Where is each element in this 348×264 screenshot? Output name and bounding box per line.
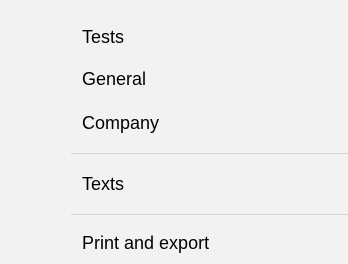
- menu-item-label: Texts: [82, 174, 125, 194]
- menu-item-tests[interactable]: Tests: [0, 17, 348, 57]
- menu-item-label: Tests: [82, 27, 125, 47]
- menu-item-print-and-export[interactable]: Print and export: [0, 223, 348, 263]
- menu-item-label: General: [82, 69, 147, 89]
- context-menu: Tests General Company Texts Print and ex…: [0, 0, 348, 264]
- menu-item-label: Print and export: [82, 233, 210, 253]
- menu-item-general[interactable]: General: [0, 59, 348, 99]
- menu-separator: [71, 214, 348, 215]
- menu-item-label: Company: [82, 113, 160, 133]
- menu-item-company[interactable]: Company: [0, 103, 348, 143]
- menu-separator: [71, 153, 348, 154]
- menu-item-texts[interactable]: Texts: [0, 164, 348, 204]
